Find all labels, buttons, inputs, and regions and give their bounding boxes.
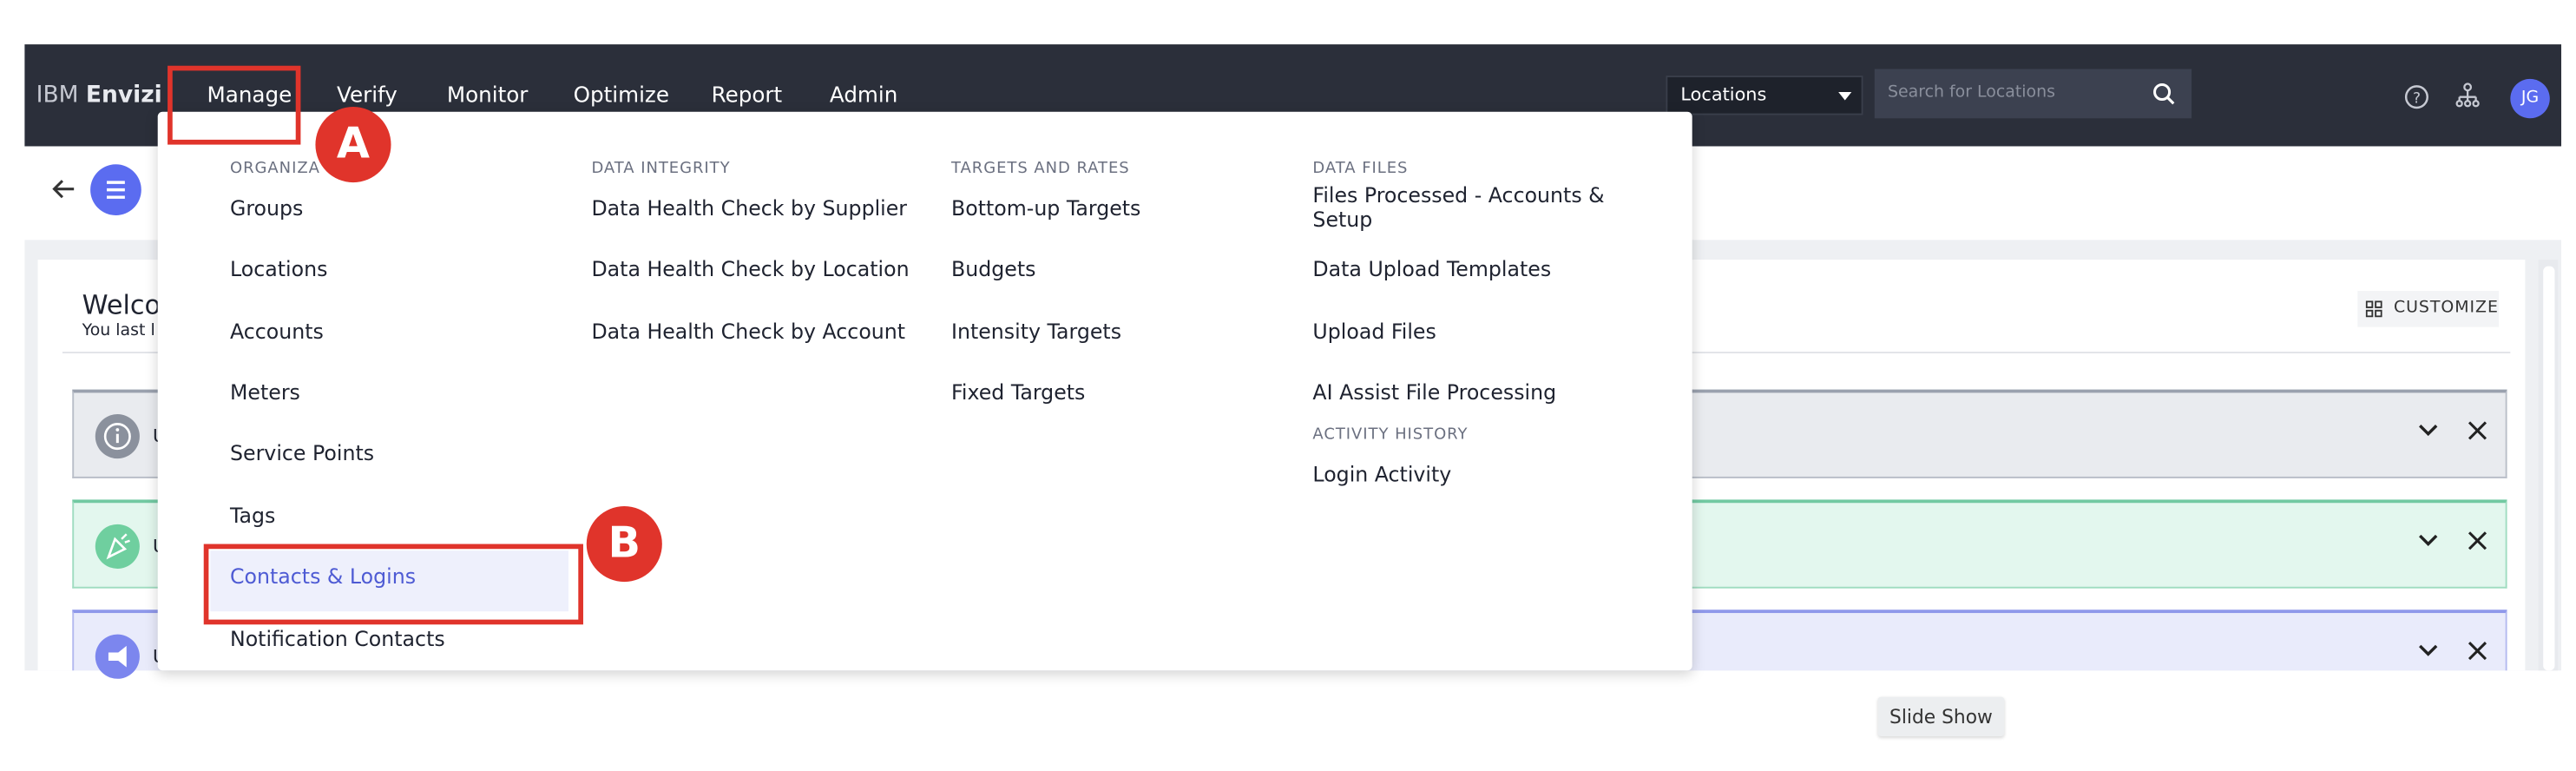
nav-report[interactable]: Report [712,84,783,109]
org-hierarchy-icon[interactable] [2454,82,2481,109]
caret-down-icon [1838,92,1852,101]
celebration-icon [95,524,140,569]
user-avatar[interactable]: JG [2510,78,2550,119]
search-scope-select[interactable]: Locations [1666,76,1863,115]
menu-header-targets-rates: TARGETS AND RATES [950,159,1130,178]
scrollbar-thumb[interactable] [2543,266,2555,671]
menu-item-health-supplier[interactable]: Data Health Check by Supplier [591,195,907,220]
callout-badge-a: A [315,107,391,183]
menu-item-login-activity[interactable]: Login Activity [1312,462,1451,486]
hamburger-icon [107,181,125,199]
megaphone-icon [95,634,140,679]
svg-text:?: ? [2413,89,2421,107]
welcome-heading: Welco [82,289,161,321]
menu-item-health-account[interactable]: Data Health Check by Account [591,319,905,343]
nav-verify[interactable]: Verify [337,84,398,109]
menu-item-meters[interactable]: Meters [230,379,300,404]
search-icon[interactable] [2152,82,2176,106]
menu-header-organization: ORGANIZA [230,159,320,178]
callout-badge-b: B [586,506,662,583]
chevron-down-icon[interactable] [2416,530,2440,553]
menu-header-data-integrity: DATA INTEGRITY [591,159,731,178]
menu-item-fixed-targets[interactable]: Fixed Targets [951,379,1085,404]
info-icon [95,414,140,459]
back-arrow-icon[interactable] [49,175,79,204]
menu-item-upload-templates[interactable]: Data Upload Templates [1312,256,1551,280]
menu-item-tags[interactable]: Tags [230,503,275,527]
customize-button[interactable]: CUSTOMIZE [2357,291,2500,327]
menu-item-bottom-up-targets[interactable]: Bottom-up Targets [951,195,1140,220]
nav-monitor[interactable]: Monitor [447,84,529,109]
menu-item-upload-files[interactable]: Upload Files [1312,319,1436,343]
help-icon[interactable]: ? [2403,84,2429,110]
side-menu-button[interactable] [90,164,141,215]
menu-item-notification-contacts[interactable]: Notification Contacts [230,626,445,650]
nav-optimize[interactable]: Optimize [574,84,669,109]
menu-item-service-points[interactable]: Service Points [230,440,374,465]
last-login-text: You last l [82,322,155,340]
close-icon[interactable] [2466,419,2489,443]
menu-item-accounts[interactable]: Accounts [230,319,324,343]
chevron-down-icon[interactable] [2416,419,2440,443]
location-search-input[interactable]: Search for Locations [1874,69,2192,119]
callout-box-a [168,65,301,145]
grid-icon [2365,300,2382,318]
close-icon[interactable] [2466,530,2489,553]
close-icon[interactable] [2466,639,2489,662]
slide-show-button[interactable]: Slide Show [1877,696,2005,737]
menu-item-groups[interactable]: Groups [230,195,303,220]
menu-item-locations[interactable]: Locations [230,256,327,280]
menu-header-data-files: DATA FILES [1312,159,1409,178]
chevron-down-icon[interactable] [2416,639,2440,662]
callout-box-b [203,544,583,625]
menu-item-ai-assist[interactable]: AI Assist File Processing [1312,379,1556,404]
brand-logo[interactable]: IBM Envizi [36,82,162,109]
nav-admin[interactable]: Admin [830,84,897,109]
menu-item-files-processed[interactable]: Files Processed - Accounts & Setup [1312,182,1625,232]
menu-item-budgets[interactable]: Budgets [951,256,1035,280]
menu-header-activity-history: ACTIVITY HISTORY [1312,425,1469,445]
menu-item-intensity-targets[interactable]: Intensity Targets [951,319,1121,343]
menu-item-health-location[interactable]: Data Health Check by Location [591,256,909,280]
